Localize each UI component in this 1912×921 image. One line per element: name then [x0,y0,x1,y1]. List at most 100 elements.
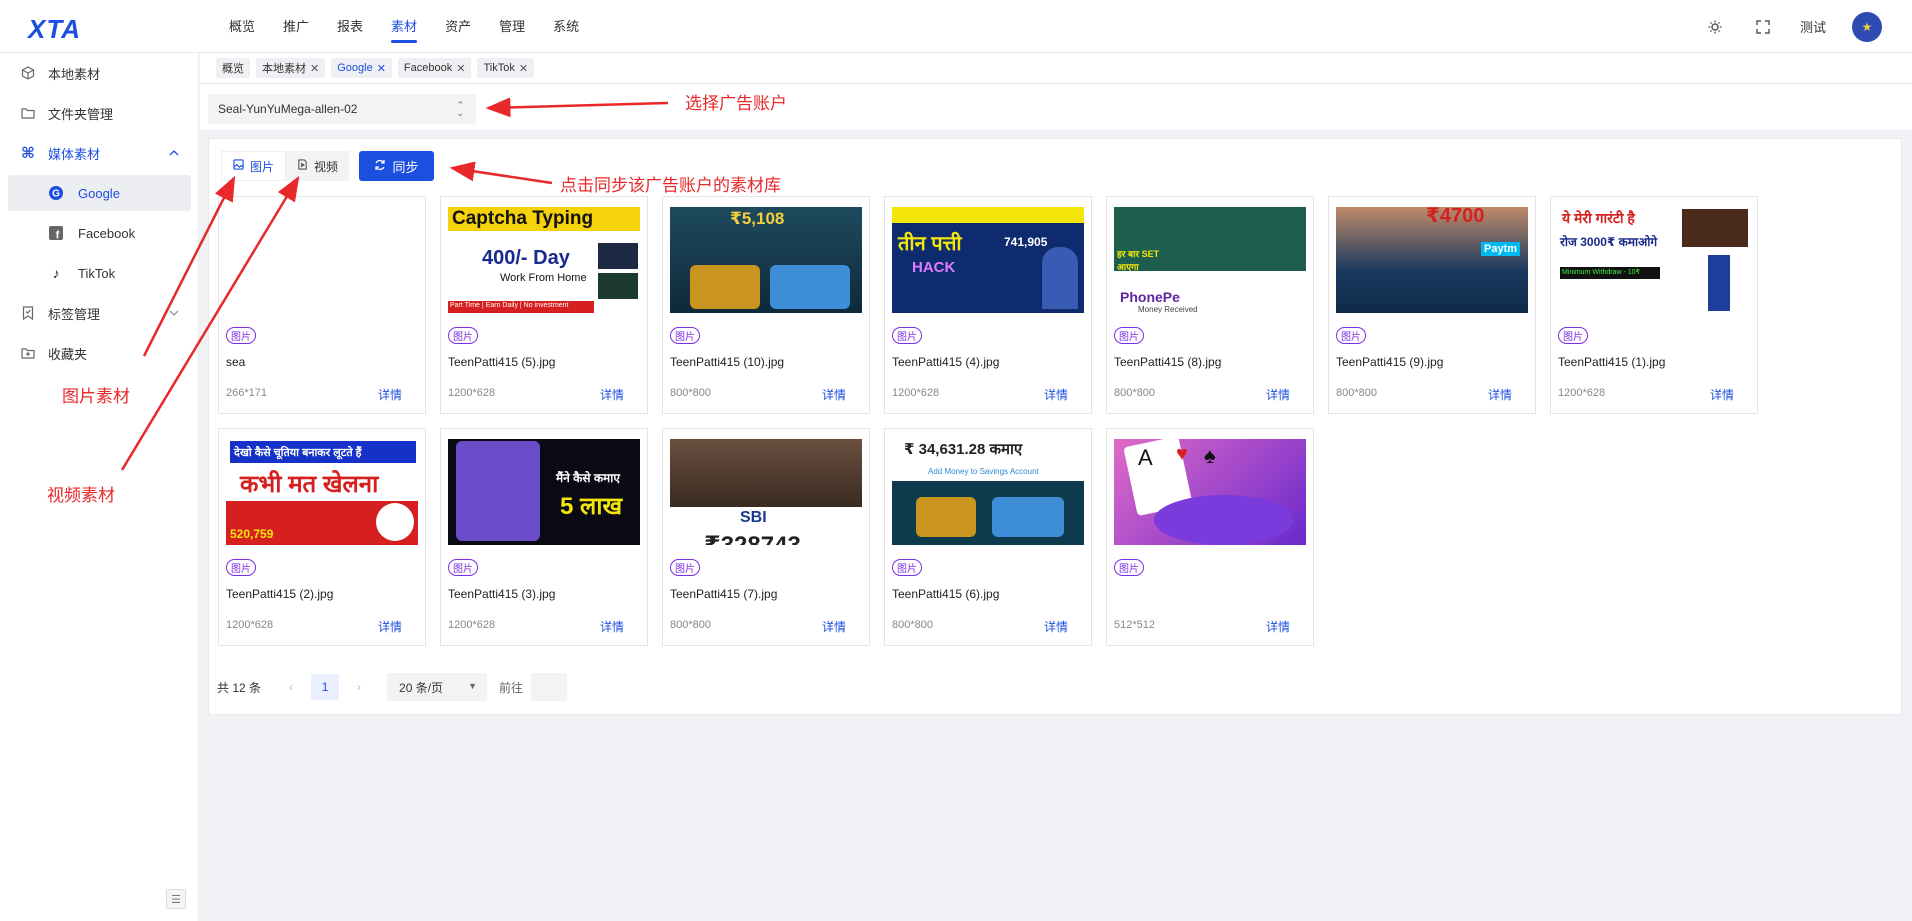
sidebar-item-tiktok[interactable]: ♪ TikTok [8,255,191,291]
nav-promotion[interactable]: 推广 [269,0,323,53]
material-card[interactable]: ₹5,108 图片 TeenPatti415 (10).jpg 800*800 … [662,196,870,414]
tab-videos[interactable]: 视频 [286,151,350,181]
type-badge: 图片 [1114,327,1144,344]
close-icon[interactable]: ✕ [310,62,319,75]
avatar[interactable]: ★ [1852,11,1882,42]
page-size-select[interactable]: 20 条/页 ▼ [387,673,488,701]
sidebar-item-label: 媒体素材 [48,146,101,162]
sidebar-item-label: 收藏夹 [48,346,88,362]
tab-google[interactable]: Google ✕ [331,58,392,78]
nav-assets[interactable]: 资产 [431,0,485,53]
detail-link[interactable]: 详情 [1488,386,1512,403]
close-icon[interactable]: ✕ [456,62,465,75]
annotation-select-account: 选择广告账户 [685,94,787,113]
material-card[interactable]: ये मेरी गारंटी है रोज 3000₹ कमाओगे Minim… [1550,196,1758,414]
sidebar-item-favorites[interactable]: 收藏夹 [8,335,191,371]
detail-link[interactable]: 详情 [822,618,846,635]
sidebar-item-media-materials[interactable]: ⌘ 媒体素材 [8,135,191,171]
next-page-icon[interactable]: › [345,680,373,694]
nav-reports[interactable]: 报表 [323,0,377,53]
material-card[interactable]: SBI ₹328743 图片 TeenPatti415 (7).jpg 800*… [662,428,870,646]
sidebar-item-tag-management[interactable]: 标签管理 [8,295,191,331]
tab-overview[interactable]: 概览 [216,58,250,78]
card-name: TeenPatti415 (6).jpg [892,587,1000,601]
card-name: sea [226,355,246,369]
sun-icon[interactable] [1704,16,1726,38]
annotation-video-material: 视频素材 [47,486,115,505]
card-name: TeenPatti415 (4).jpg [892,355,1000,369]
type-badge: 图片 [892,327,922,344]
chevron-down-icon [169,306,179,321]
fullscreen-icon[interactable] [1752,16,1774,38]
detail-link[interactable]: 详情 [600,386,624,403]
card-size: 800*800 [1114,387,1155,399]
card-name: TeenPatti415 (7).jpg [670,587,778,601]
media-type-tabs: 图片 视频 [221,151,350,181]
tab-images[interactable]: 图片 [221,151,287,181]
open-tabs-bar: 概览 本地素材 ✕ Google ✕ Facebook ✕ TikTok ✕ [200,53,1912,84]
detail-link[interactable]: 详情 [600,618,624,635]
sidebar-item-label: 文件夹管理 [48,106,114,122]
sidebar-item-folder-management[interactable]: 文件夹管理 [8,95,191,131]
sidebar-item-google[interactable]: G Google [8,175,191,211]
sidebar-item-local-materials[interactable]: 本地素材 [8,55,191,91]
card-size: 800*800 [892,619,933,631]
card-name: TeenPatti415 (2).jpg [226,587,334,601]
card-thumbnail: तीन पत्ती 741,905 HACK [892,207,1084,313]
sync-button[interactable]: 同步 [359,151,434,181]
nav-materials[interactable]: 素材 [377,0,431,53]
detail-link[interactable]: 详情 [1266,618,1290,635]
page-number[interactable]: 1 [311,674,340,700]
detail-link[interactable]: 详情 [1266,386,1290,403]
card-thumbnail: ये मेरी गारंटी है रोज 3000₹ कमाओगे Minim… [1558,207,1750,313]
card-size: 512*512 [1114,619,1155,631]
card-name: TeenPatti415 (9).jpg [1336,355,1444,369]
nav-overview[interactable]: 概览 [215,0,269,53]
close-icon[interactable]: ✕ [519,62,528,75]
material-card[interactable]: Captcha Typing 400/- Day Work From Home … [440,196,648,414]
video-file-icon [297,159,308,173]
collapse-sidebar-icon[interactable]: ☰ [166,889,186,909]
material-card[interactable]: 图片 sea 266*171 详情 [218,196,426,414]
bookmark-icon [20,305,36,321]
tab-tiktok[interactable]: TikTok ✕ [477,58,535,78]
nav-management[interactable]: 管理 [485,0,539,53]
material-card[interactable]: ₹4700 Paytm 图片 TeenPatti415 (9).jpg 800*… [1328,196,1536,414]
detail-link[interactable]: 详情 [378,618,402,635]
detail-link[interactable]: 详情 [1044,386,1068,403]
sidebar-item-facebook[interactable]: f Facebook [8,215,191,251]
top-header: XTA 概览 推广 报表 素材 资产 管理 系统 测试 ★ [0,0,1912,53]
material-card[interactable]: हर बार SET आएगा PhonePe Money Received 图… [1106,196,1314,414]
account-row: Seal-YunYuMega-allen-02 ⌃ ⌄ [200,84,1912,130]
prev-page-icon[interactable]: ‹ [277,680,305,694]
username[interactable]: 测试 [1800,17,1826,36]
tab-local-materials[interactable]: 本地素材 ✕ [256,58,326,78]
chevron-down-icon: ▼ [468,681,478,691]
cube-icon [20,65,36,81]
card-size: 266*171 [226,387,267,399]
card-name: TeenPatti415 (8).jpg [1114,355,1222,369]
card-thumbnail: देखो कैसे चूतिया बनाकर लूटते हैं कभी मत … [226,439,418,545]
type-badge: 图片 [1336,327,1366,344]
goto-page-input[interactable] [531,673,568,701]
detail-link[interactable]: 详情 [1710,386,1734,403]
material-card[interactable]: तीन पत्ती 741,905 HACK 图片 TeenPatti415 (… [884,196,1092,414]
card-thumbnail: ₹5,108 [670,207,862,313]
command-icon: ⌘ [21,145,35,162]
tab-facebook[interactable]: Facebook ✕ [397,58,472,78]
ad-account-select[interactable]: Seal-YunYuMega-allen-02 ⌃ ⌄ [208,94,476,124]
close-icon[interactable]: ✕ [377,62,386,75]
detail-link[interactable]: 详情 [822,386,846,403]
nav-system[interactable]: 系统 [539,0,593,53]
app-logo[interactable]: XTA [28,14,81,45]
card-size: 1200*628 [226,619,274,631]
sidebar-item-label: TikTok [78,265,116,281]
type-badge: 图片 [1114,559,1144,576]
detail-link[interactable]: 详情 [378,386,402,403]
material-card[interactable]: A ♥ ♠ 图片 512*512 详情 [1106,428,1314,646]
material-card[interactable]: देखो कैसे चूतिया बनाकर लूटते हैं कभी मत … [218,428,426,646]
svg-text:G: G [52,189,60,200]
material-card[interactable]: ₹ 34,631.28 कमाए Add Money to Savings Ac… [884,428,1092,646]
material-card[interactable]: मैंने कैसे कमाए 5 लाख 图片 TeenPatti415 (3… [440,428,648,646]
detail-link[interactable]: 详情 [1044,618,1068,635]
